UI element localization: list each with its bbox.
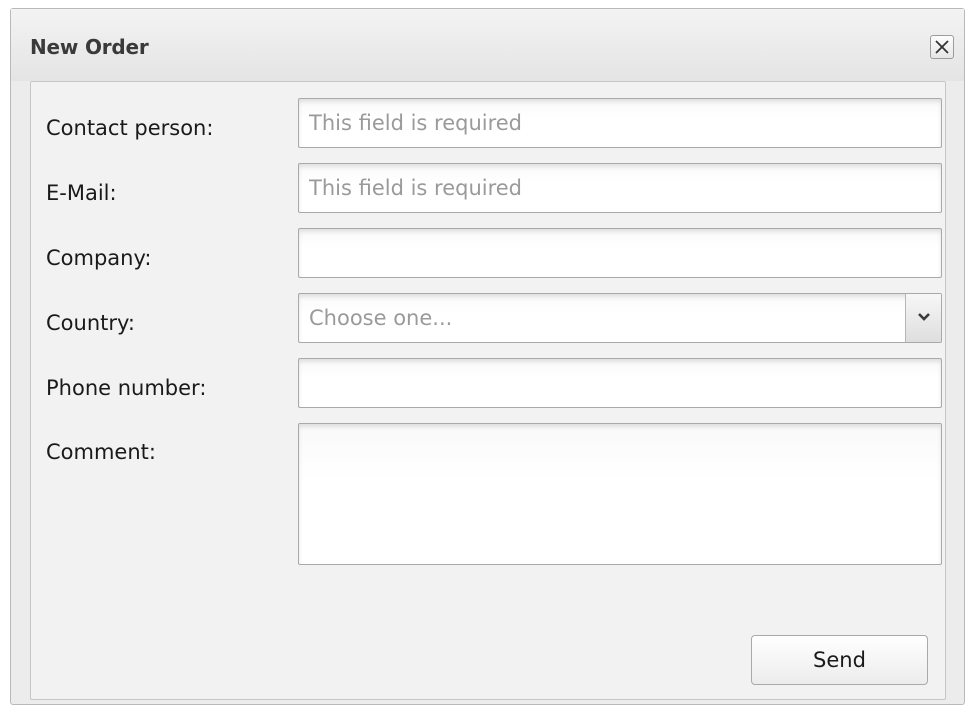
country-select-value: Choose one... (309, 306, 453, 330)
phone-input[interactable] (298, 358, 942, 408)
dialog-title: New Order (30, 35, 149, 59)
contact-person-label: Contact person: (46, 116, 214, 140)
send-button[interactable]: Send (751, 635, 928, 685)
comment-textarea[interactable] (298, 423, 942, 565)
close-icon (935, 40, 949, 54)
phone-label: Phone number: (46, 376, 207, 400)
email-label: E-Mail: (46, 181, 117, 205)
contact-person-input[interactable] (298, 98, 942, 148)
new-order-dialog: New Order Contact person: E-Mail: Compan… (10, 8, 965, 705)
email-input[interactable] (298, 163, 942, 213)
company-label: Company: (46, 246, 152, 270)
comment-label: Comment: (46, 440, 156, 464)
company-input[interactable] (298, 228, 942, 278)
dialog-titlebar: New Order (11, 9, 964, 81)
close-button[interactable] (930, 35, 954, 59)
country-select[interactable]: Choose one... (298, 293, 942, 343)
chevron-down-icon (918, 313, 930, 321)
form-panel: Contact person: E-Mail: Company: Country… (30, 81, 946, 700)
country-dropdown-button[interactable] (905, 294, 941, 342)
country-label: Country: (46, 311, 135, 335)
